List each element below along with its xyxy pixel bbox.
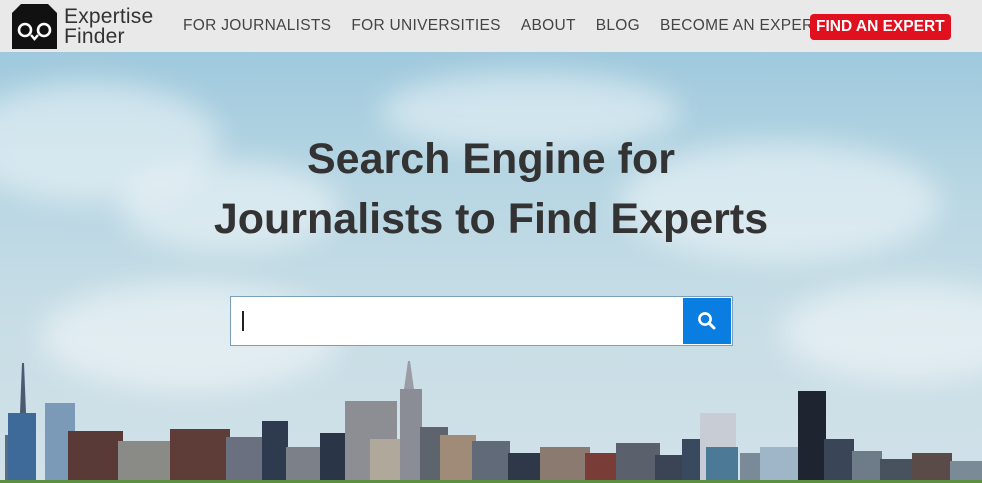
search-bar [230,296,733,346]
nav-about[interactable]: ABOUT [521,16,576,36]
hero-headline-line2: Journalists to Find Experts [213,195,769,243]
nav-for-journalists[interactable]: FOR JOURNALISTS [183,16,331,36]
nav-for-universities[interactable]: FOR UNIVERSITIES [351,16,500,36]
text-cursor [242,311,244,331]
owl-logo-icon [12,4,57,49]
site-logo[interactable]: Expertise Finder [12,4,153,49]
logo-wordmark: Expertise Finder [64,4,154,48]
site-header: Expertise Finder FOR JOURNALISTS FOR UNI… [0,0,982,52]
search-button[interactable] [683,298,731,344]
search-icon [698,312,716,330]
hero-headline-line1: Search Engine for [307,135,675,183]
main-nav: FOR JOURNALISTS FOR UNIVERSITIES ABOUT B… [183,16,843,36]
logo-text-line1: Expertise [64,4,154,28]
nav-blog[interactable]: BLOG [596,16,640,36]
hero-section: Search Engine for Journalists to Find Ex… [0,52,982,483]
find-an-expert-button[interactable]: FIND AN EXPERT [810,14,951,40]
nav-become-an-expert[interactable]: BECOME AN EXPERT [660,16,823,36]
city-skyline-image [5,361,982,483]
logo-text-line2: Finder [64,24,125,48]
search-input[interactable] [231,297,683,345]
